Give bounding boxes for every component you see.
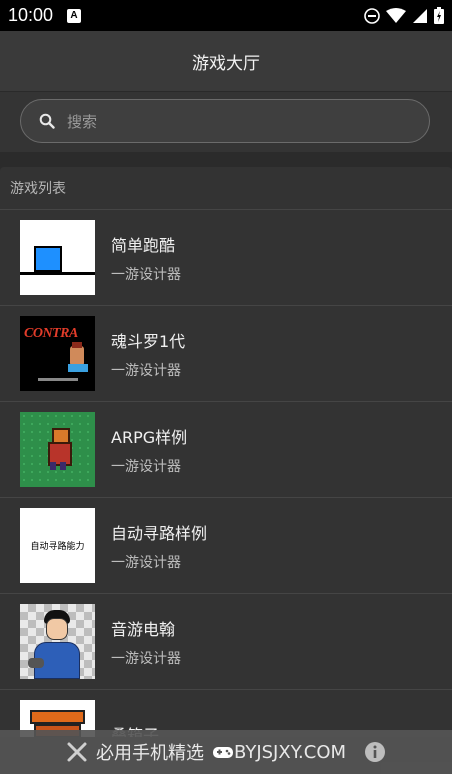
do-not-disturb-icon: [364, 7, 380, 24]
footer-site: BYJSJXY.COM: [233, 741, 347, 763]
status-bar: 10:00 A: [0, 0, 452, 31]
thumbnail-caption: 自动寻路能力: [30, 542, 85, 552]
battery-icon: [434, 7, 444, 24]
item-title: 简单跑酷: [111, 235, 176, 255]
footer-banner: 必用手机精选 BYJSJXY.COM: [0, 730, 452, 774]
item-title: 自动寻路样例: [111, 523, 208, 543]
game-list: 游戏列表 简单跑酷 一游设计器 CONTRA 魂斗罗1代 一游设计器 ARPG样…: [0, 167, 452, 737]
gamepad-icon: [212, 747, 233, 758]
list-item[interactable]: CONTRA 魂斗罗1代 一游设计器: [0, 306, 452, 402]
footer-text: 必用手机精选: [95, 743, 204, 764]
wifi-icon: [386, 7, 406, 23]
tools-icon: [67, 742, 87, 762]
app-bar: 游戏大厅: [0, 31, 452, 92]
thumbnail-parkour: [20, 220, 95, 295]
item-subtitle: 一游设计器: [111, 266, 181, 283]
page-title: 游戏大厅: [192, 53, 260, 74]
item-title: ARPG样例: [111, 427, 188, 447]
list-item[interactable]: 音游电翰 一游设计器: [0, 594, 452, 690]
list-section-title: 游戏列表: [0, 167, 452, 210]
search-area: 搜索: [0, 92, 452, 152]
item-subtitle: 一游设计器: [111, 362, 181, 379]
item-subtitle: 一游设计器: [111, 554, 181, 571]
list-item[interactable]: ARPG样例 一游设计器: [0, 402, 452, 498]
thumbnail-arpg: [20, 412, 95, 487]
list-item[interactable]: 简单跑酷 一游设计器: [0, 210, 452, 306]
thumbnail-pathfind: 自动寻路能力: [20, 508, 95, 583]
thumbnail-contra: CONTRA: [20, 316, 95, 391]
thumbnail-music: [20, 604, 95, 679]
search-icon: [39, 113, 55, 129]
notification-icon: A: [67, 8, 82, 23]
search-placeholder: 搜索: [67, 112, 98, 131]
contra-logo: CONTRA: [24, 326, 78, 341]
search-input[interactable]: 搜索: [20, 99, 430, 143]
item-title: 音游电翰: [111, 619, 176, 639]
signal-icon: [413, 8, 427, 23]
item-title: 魂斗罗1代: [111, 331, 186, 351]
item-subtitle: 一游设计器: [111, 458, 181, 475]
list-item[interactable]: 自动寻路能力 自动寻路样例 一游设计器: [0, 498, 452, 594]
item-subtitle: 一游设计器: [111, 650, 181, 667]
status-time: 10:00: [8, 5, 54, 25]
info-icon[interactable]: [364, 741, 386, 763]
